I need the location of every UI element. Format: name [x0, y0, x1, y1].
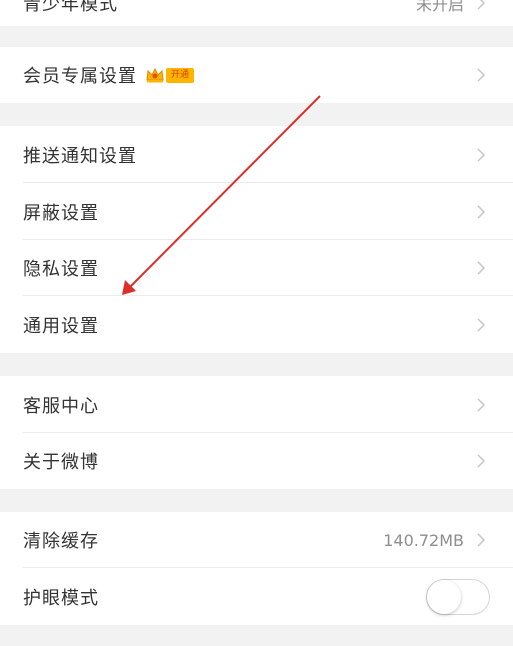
block-settings-label: 屏蔽设置: [23, 202, 99, 224]
vip-settings-label: 会员专属设置: [23, 66, 137, 87]
chevron-right-icon: [477, 0, 486, 10]
teen-mode-value: 未开启: [415, 0, 464, 14]
chevron-right-icon: [477, 317, 486, 332]
crown-icon: [146, 67, 164, 83]
eye-care-label: 护眼模式: [23, 587, 99, 609]
about-weibo-label: 关于微博: [23, 452, 99, 473]
settings-row-clear-cache[interactable]: 清除缓存 140.72MB: [0, 512, 513, 568]
teen-mode-label: 青少年模式: [23, 0, 118, 15]
chevron-right-icon: [477, 68, 486, 82]
settings-screen: 青少年模式 未开启 会员专属设置 开通 推送通知设置 屏蔽设置 隐私设置 通用设…: [0, 0, 513, 646]
push-notifications-label: 推送通知设置: [23, 145, 137, 167]
eye-care-toggle[interactable]: [426, 578, 490, 615]
chevron-right-icon: [477, 533, 486, 547]
vip-open-tag: 开通: [166, 67, 195, 83]
settings-row-customer-service[interactable]: 客服中心: [0, 376, 513, 433]
settings-row-privacy[interactable]: 隐私设置: [0, 240, 513, 296]
settings-row-general[interactable]: 通用设置: [0, 296, 513, 353]
general-settings-label: 通用设置: [23, 315, 99, 337]
chevron-right-icon: [477, 261, 486, 275]
toggle-knob: [427, 579, 461, 614]
vip-badge[interactable]: 开通: [145, 65, 195, 85]
settings-row-push-notifications[interactable]: 推送通知设置: [0, 126, 513, 183]
settings-row-block[interactable]: 屏蔽设置: [0, 183, 513, 240]
chevron-right-icon: [477, 204, 486, 219]
chevron-right-icon: [477, 147, 486, 162]
settings-row-eye-care: 护眼模式: [0, 568, 513, 625]
cache-size-value: 140.72MB: [383, 530, 464, 550]
chevron-right-icon: [477, 454, 486, 468]
clear-cache-label: 清除缓存: [23, 531, 99, 552]
settings-row-teen-mode[interactable]: 青少年模式 未开启: [0, 0, 513, 26]
settings-row-vip[interactable]: 会员专属设置 开通: [0, 47, 513, 103]
chevron-right-icon: [477, 397, 486, 412]
privacy-settings-label: 隐私设置: [23, 259, 99, 280]
customer-service-label: 客服中心: [23, 395, 99, 417]
settings-row-about[interactable]: 关于微博: [0, 433, 513, 489]
